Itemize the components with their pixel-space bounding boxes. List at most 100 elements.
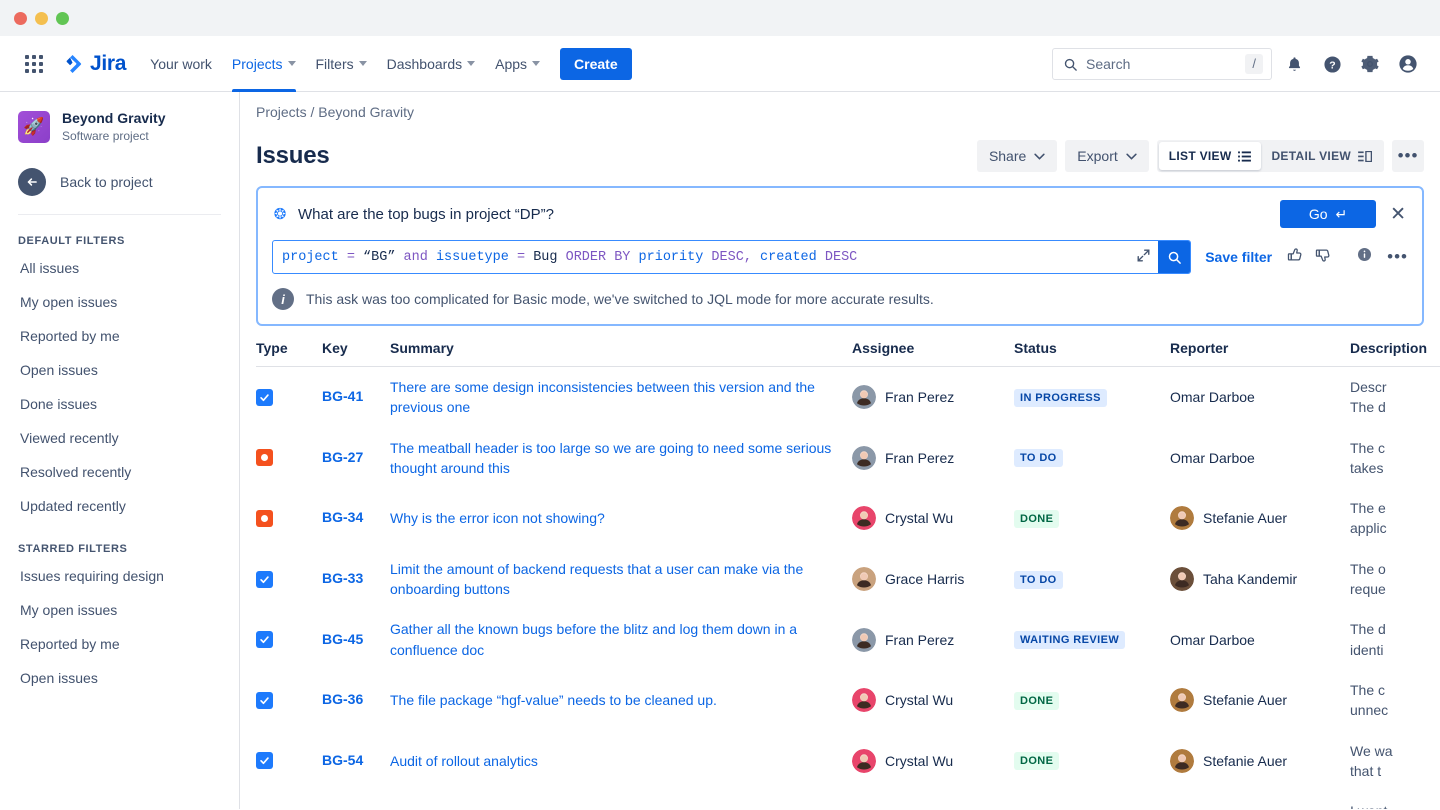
- nav-item-your-work[interactable]: Your work: [140, 36, 222, 92]
- cell-key[interactable]: BG-45: [322, 609, 390, 670]
- sidebar-item-viewed-recently[interactable]: Viewed recently: [0, 421, 239, 455]
- window-close-button[interactable]: [14, 12, 27, 25]
- cell-status[interactable]: Done: [1014, 731, 1170, 792]
- issue-summary-link[interactable]: There are some design inconsistencies be…: [390, 379, 815, 415]
- cell-key[interactable]: BG-54: [322, 731, 390, 792]
- nav-item-dashboards[interactable]: Dashboards: [377, 36, 486, 92]
- table-row[interactable]: BG-54Audit of rollout analytics Crystal …: [256, 731, 1440, 792]
- cell-description[interactable]: I wantensur: [1350, 791, 1440, 809]
- cell-type[interactable]: [256, 549, 322, 610]
- col-header-type[interactable]: Type: [256, 340, 322, 367]
- table-row[interactable]: BG-36 The file package “hgf-value” needs …: [256, 670, 1440, 731]
- cell-assignee[interactable]: Crystal Wu: [852, 791, 1014, 809]
- back-to-project-link[interactable]: Back to project: [0, 168, 239, 196]
- issue-key-link[interactable]: BG-41: [322, 388, 363, 404]
- cell-key[interactable]: BG-33: [322, 549, 390, 610]
- cell-status[interactable]: To do: [1014, 428, 1170, 489]
- sidebar-item-starred-open-issues[interactable]: Open issues: [0, 661, 239, 695]
- cell-type[interactable]: [256, 428, 322, 489]
- profile-avatar-icon[interactable]: [1392, 48, 1424, 80]
- cell-type[interactable]: [256, 367, 322, 428]
- cell-status[interactable]: Done: [1014, 791, 1170, 809]
- cell-type[interactable]: [256, 670, 322, 731]
- status-badge[interactable]: Waiting review: [1014, 631, 1125, 649]
- status-badge[interactable]: Done: [1014, 510, 1059, 528]
- cell-status[interactable]: Done: [1014, 670, 1170, 731]
- jql-input[interactable]: project = “BG” and issuetype = Bug ORDER…: [272, 240, 1191, 274]
- cell-summary[interactable]: Audit of rollout analytics: [390, 731, 852, 792]
- cell-summary[interactable]: The meatball header is too large so we a…: [390, 428, 852, 489]
- cell-summary[interactable]: There are some design inconsistencies be…: [390, 367, 852, 428]
- cell-summary[interactable]: Why is the error icon not showing?: [390, 488, 852, 549]
- table-row[interactable]: BG-34Why is the error icon not showing? …: [256, 488, 1440, 549]
- create-button[interactable]: Create: [560, 48, 632, 80]
- issue-summary-link[interactable]: Gather all the known bugs before the bli…: [390, 621, 797, 657]
- jira-logo[interactable]: Jira: [62, 52, 126, 76]
- window-maximize-button[interactable]: [56, 12, 69, 25]
- cell-key[interactable]: BG-32: [322, 791, 390, 809]
- cell-type[interactable]: [256, 731, 322, 792]
- issue-summary-link[interactable]: The file package “hgf-value” needs to be…: [390, 692, 717, 708]
- issue-key-link[interactable]: BG-36: [322, 691, 363, 707]
- sidebar-item-issues-requiring-design[interactable]: Issues requiring design: [0, 559, 239, 593]
- cell-description[interactable]: The didenti: [1350, 609, 1440, 670]
- cell-summary[interactable]: The file package “hgf-value” needs to be…: [390, 670, 852, 731]
- cell-reporter[interactable]: Taha Kandemir: [1170, 549, 1350, 610]
- sidebar-item-starred-reported-by-me[interactable]: Reported by me: [0, 627, 239, 661]
- help-icon[interactable]: ?: [1316, 48, 1348, 80]
- cell-reporter[interactable]: Omar Darboe: [1170, 367, 1350, 428]
- cell-summary[interactable]: Limit the amount of backend requests tha…: [390, 549, 852, 610]
- cell-reporter[interactable]: Stefanie Auer: [1170, 731, 1350, 792]
- issue-key-link[interactable]: BG-45: [322, 631, 363, 647]
- cell-description[interactable]: The ctakes: [1350, 428, 1440, 489]
- table-row[interactable]: BG-41 There are some design inconsistenci…: [256, 367, 1440, 428]
- cell-key[interactable]: BG-36: [322, 670, 390, 731]
- list-view-tab[interactable]: List view: [1159, 142, 1262, 170]
- breadcrumb-projects[interactable]: Projects: [256, 104, 307, 120]
- col-header-summary[interactable]: Summary: [390, 340, 852, 367]
- nav-item-filters[interactable]: Filters: [306, 36, 377, 92]
- table-row[interactable]: BG-45 Gather all the known bugs before th…: [256, 609, 1440, 670]
- nav-item-projects[interactable]: Projects: [222, 36, 306, 92]
- global-search-input[interactable]: Search /: [1052, 48, 1272, 80]
- issue-summary-link[interactable]: The meatball header is too large so we a…: [390, 440, 831, 476]
- sidebar-project-header[interactable]: 🚀 Beyond Gravity Software project: [0, 110, 239, 144]
- cell-assignee[interactable]: Crystal Wu: [852, 670, 1014, 731]
- info-icon[interactable]: [1356, 246, 1373, 268]
- status-badge[interactable]: To do: [1014, 571, 1063, 589]
- cell-key[interactable]: BG-27: [322, 428, 390, 489]
- col-header-status[interactable]: Status: [1014, 340, 1170, 367]
- issue-key-link[interactable]: BG-34: [322, 509, 363, 525]
- cell-assignee[interactable]: Fran Perez: [852, 428, 1014, 489]
- cell-reporter[interactable]: Stefanie Auer: [1170, 791, 1350, 809]
- close-icon[interactable]: ✕: [1388, 205, 1408, 224]
- go-button[interactable]: Go ↵: [1280, 200, 1376, 228]
- cell-assignee[interactable]: Grace Harris: [852, 549, 1014, 610]
- thumbs-up-icon[interactable]: [1286, 246, 1304, 269]
- cell-summary[interactable]: Work out any potential edge cases pre-bu…: [390, 791, 852, 809]
- cell-status[interactable]: In progress: [1014, 367, 1170, 428]
- cell-description[interactable]: DescrThe d: [1350, 367, 1440, 428]
- sidebar-item-my-open-issues[interactable]: My open issues: [0, 285, 239, 319]
- sidebar-item-starred-my-open-issues[interactable]: My open issues: [0, 593, 239, 627]
- col-header-assignee[interactable]: Assignee: [852, 340, 1014, 367]
- export-button[interactable]: Export: [1065, 140, 1148, 172]
- cell-type[interactable]: [256, 791, 322, 809]
- cell-assignee[interactable]: Fran Perez: [852, 367, 1014, 428]
- thumbs-down-icon[interactable]: [1314, 246, 1332, 269]
- sidebar-item-done-issues[interactable]: Done issues: [0, 387, 239, 421]
- status-badge[interactable]: Done: [1014, 692, 1059, 710]
- cell-reporter[interactable]: Stefanie Auer: [1170, 488, 1350, 549]
- cell-type[interactable]: [256, 609, 322, 670]
- detail-view-tab[interactable]: Detail view: [1261, 142, 1382, 170]
- col-header-key[interactable]: Key: [322, 340, 390, 367]
- table-row[interactable]: BG-27The meatball header is too large so…: [256, 428, 1440, 489]
- cell-summary[interactable]: Gather all the known bugs before the bli…: [390, 609, 852, 670]
- table-row[interactable]: BG-33Limit the amount of backend request…: [256, 549, 1440, 610]
- cell-reporter[interactable]: Omar Darboe: [1170, 428, 1350, 489]
- cell-description[interactable]: The oreque: [1350, 549, 1440, 610]
- cell-reporter[interactable]: Stefanie Auer: [1170, 670, 1350, 731]
- settings-gear-icon[interactable]: [1354, 48, 1386, 80]
- cell-status[interactable]: To do: [1014, 549, 1170, 610]
- cell-key[interactable]: BG-34: [322, 488, 390, 549]
